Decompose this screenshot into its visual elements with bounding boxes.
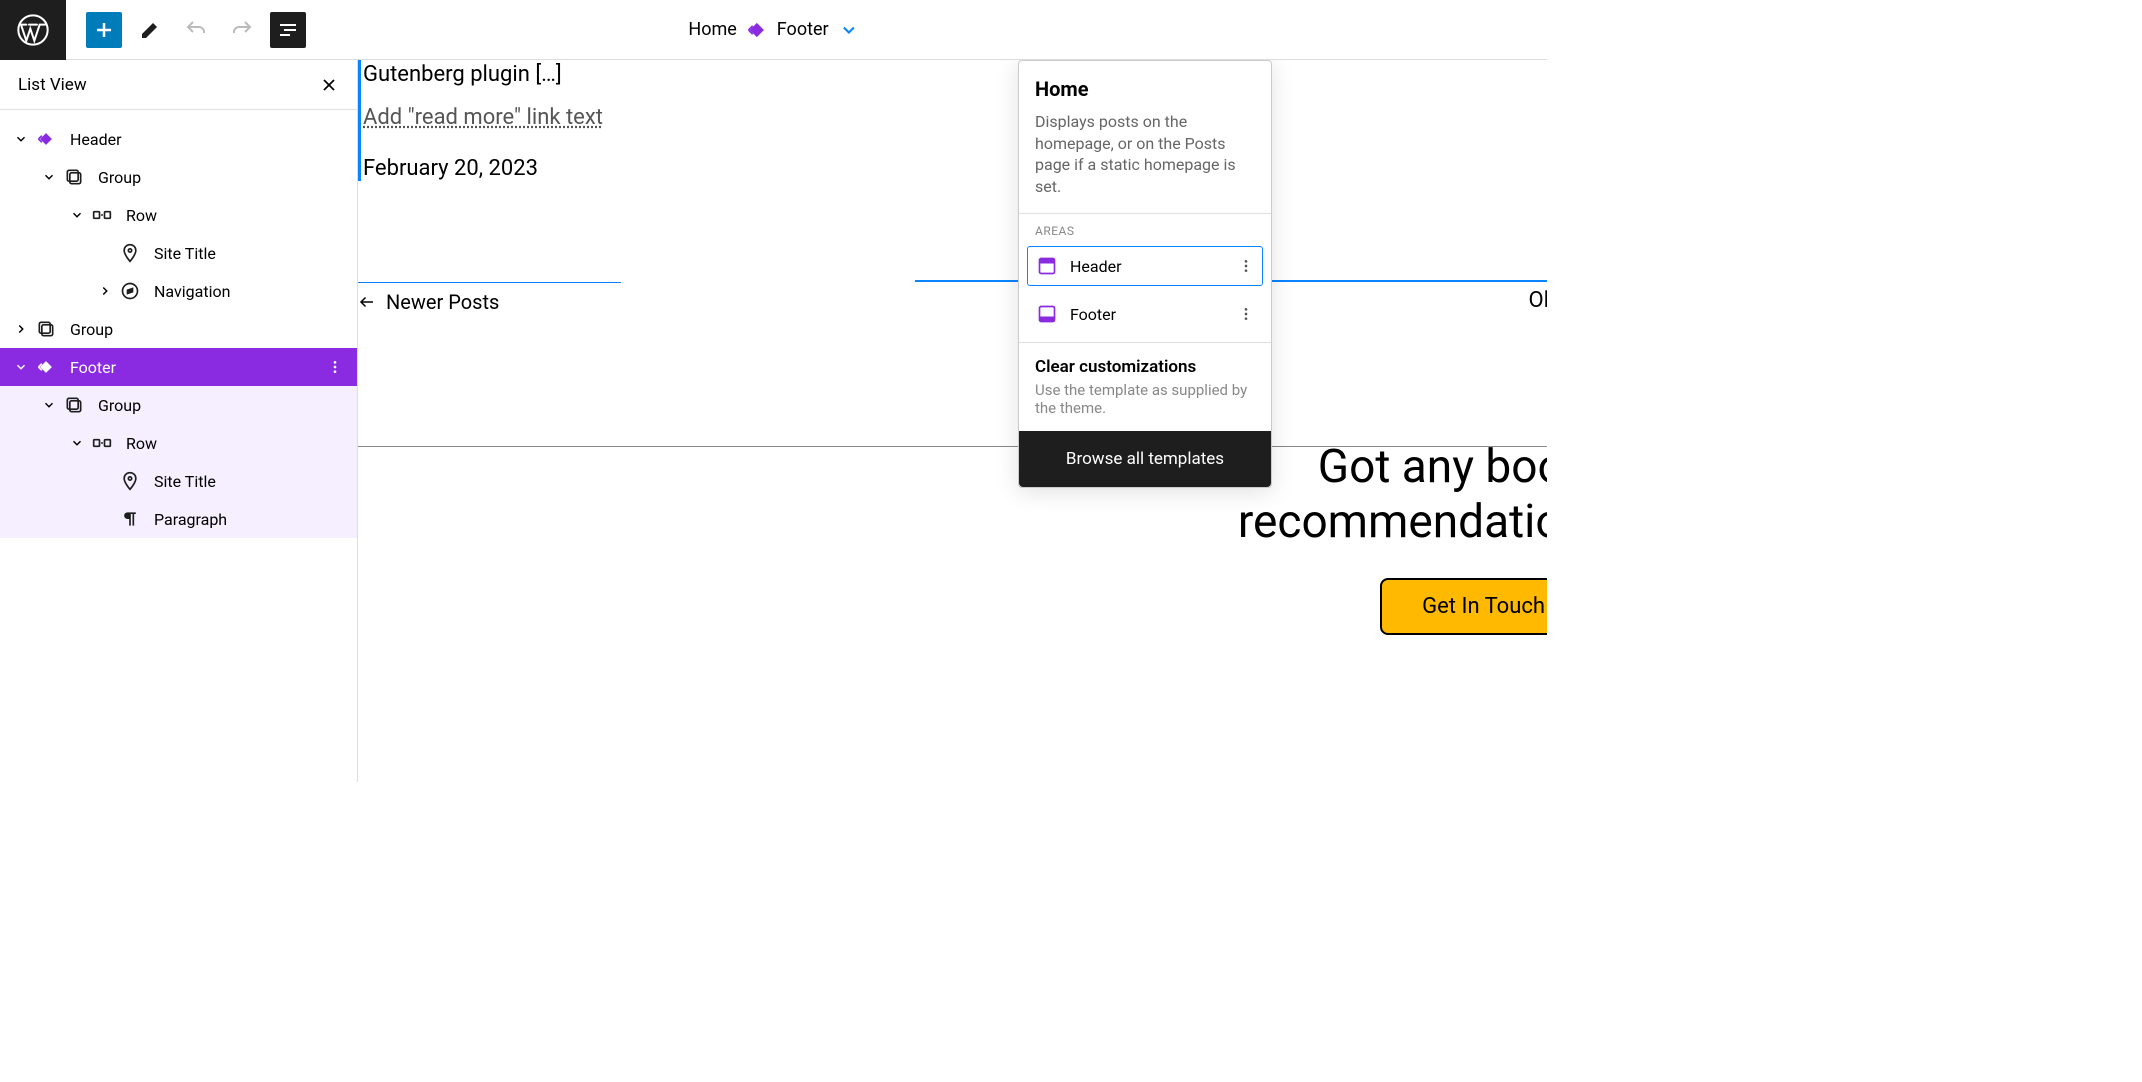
post-date: February 20, 2023 — [363, 156, 621, 181]
tree-item-group[interactable]: Group — [0, 310, 357, 348]
breadcrumb-current[interactable]: Footer — [777, 19, 829, 40]
chevron-icon[interactable] — [66, 208, 88, 222]
clear-customizations[interactable]: Clear customizations Use the template as… — [1019, 342, 1271, 431]
more-icon[interactable] — [1238, 306, 1254, 322]
chevron-icon[interactable] — [10, 322, 32, 336]
tree-item-label: Footer — [70, 358, 116, 377]
partial-text: Ol — [1529, 288, 1548, 313]
paragraph-icon — [116, 509, 144, 529]
chevron-icon[interactable] — [10, 132, 32, 146]
chevron-icon[interactable] — [38, 170, 60, 184]
list-view-title: List View — [18, 75, 87, 95]
group-icon — [60, 167, 88, 187]
chevron-icon[interactable] — [10, 360, 32, 374]
more-icon[interactable] — [1238, 258, 1254, 274]
diamond-icon — [32, 129, 60, 149]
area-label: Footer — [1070, 305, 1116, 324]
chevron-icon[interactable] — [38, 398, 60, 412]
tree-item-group[interactable]: Group — [0, 386, 357, 424]
pin-icon — [116, 243, 144, 263]
newer-posts-link[interactable]: Newer Posts — [358, 290, 499, 314]
tree-item-row[interactable]: Row — [0, 196, 357, 234]
template-part-icon — [747, 20, 767, 40]
group-icon — [32, 319, 60, 339]
tree-item-header[interactable]: Header — [0, 120, 357, 158]
redo-button — [224, 12, 260, 48]
edit-tool-button[interactable] — [132, 12, 168, 48]
tree-item-label: Group — [98, 168, 141, 187]
tree-item-label: Paragraph — [154, 510, 227, 529]
footer-content[interactable]: Got any book recommendation Get In Touch — [1238, 440, 1547, 635]
tree-item-label: Row — [126, 434, 157, 453]
tree-item-label: Group — [70, 320, 113, 339]
tree-item-label: Navigation — [154, 282, 230, 301]
tree-item-label: Header — [70, 130, 122, 149]
compass-icon — [116, 281, 144, 301]
group-icon — [60, 395, 88, 415]
area-item-footer[interactable]: Footer — [1027, 294, 1263, 334]
popover-description: Displays posts on the homepage, or on th… — [1035, 111, 1255, 197]
cta-button[interactable]: Get In Touch — [1380, 578, 1547, 635]
tree-item-row[interactable]: Row — [0, 424, 357, 462]
breadcrumb-home[interactable]: Home — [688, 19, 736, 40]
tree-item-site-title[interactable]: Site Title — [0, 234, 357, 272]
header-area-icon — [1036, 255, 1058, 277]
row-icon — [88, 205, 116, 225]
tree-item-footer[interactable]: Footer — [0, 348, 357, 386]
add-block-button[interactable] — [86, 12, 122, 48]
footer-area-icon — [1036, 303, 1058, 325]
browse-templates-button[interactable]: Browse all templates — [1019, 431, 1271, 487]
pin-icon — [116, 471, 144, 491]
read-more-link[interactable]: Add "read more" link text — [363, 105, 621, 130]
selection-border — [358, 282, 621, 283]
area-label: Header — [1070, 257, 1122, 276]
template-popover: Home Displays posts on the homepage, or … — [1018, 60, 1272, 488]
tree-item-label: Row — [126, 206, 157, 225]
chevron-icon[interactable] — [66, 436, 88, 450]
more-icon[interactable] — [327, 359, 343, 375]
undo-button — [178, 12, 214, 48]
footer-heading-line1: Got any book — [1238, 440, 1547, 495]
diamond-icon — [32, 357, 60, 377]
list-view-panel: List View Header Group Row Site Title Naviga… — [0, 60, 358, 782]
chevron-down-icon[interactable] — [839, 20, 859, 40]
tree-item-navigation[interactable]: Navigation — [0, 272, 357, 310]
popover-title: Home — [1035, 77, 1255, 101]
tree-item-label: Site Title — [154, 472, 216, 491]
editor-canvas[interactable]: Gutenberg plugin […] Add "read more" lin… — [358, 60, 1547, 782]
tree-item-paragraph[interactable]: Paragraph — [0, 500, 357, 538]
tree-item-site-title[interactable]: Site Title — [0, 462, 357, 500]
tree-item-group[interactable]: Group — [0, 158, 357, 196]
chevron-icon[interactable] — [94, 284, 116, 298]
list-view-toggle-button[interactable] — [270, 12, 306, 48]
areas-section-label: AREAS — [1019, 213, 1271, 246]
tree-item-label: Site Title — [154, 244, 216, 263]
document-breadcrumb[interactable]: Home Footer — [688, 19, 858, 40]
post-block[interactable]: Gutenberg plugin […] Add "read more" lin… — [358, 60, 621, 181]
top-toolbar: Home Footer — [0, 0, 1547, 60]
close-icon[interactable] — [319, 75, 339, 95]
footer-heading-line2: recommendation — [1238, 495, 1547, 550]
tree-item-label: Group — [98, 396, 141, 415]
row-icon — [88, 433, 116, 453]
area-item-header[interactable]: Header — [1027, 246, 1263, 286]
post-excerpt: Gutenberg plugin […] — [363, 60, 621, 105]
wordpress-logo[interactable] — [0, 0, 66, 60]
